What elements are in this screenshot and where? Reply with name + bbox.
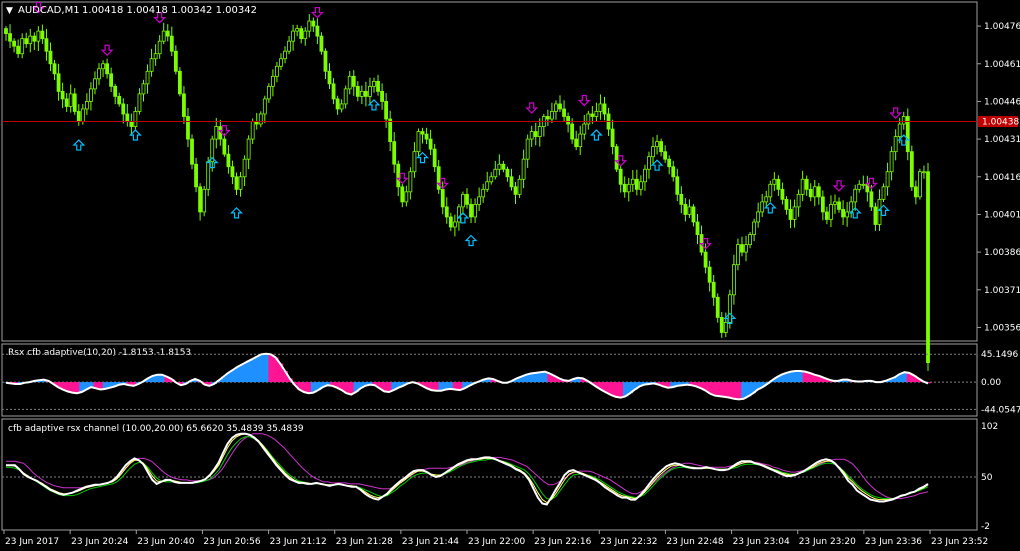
rsx-bar <box>736 382 742 400</box>
price-tick-label: 1.00356 <box>984 323 1020 333</box>
price-tick-label: 1.00371 <box>984 286 1020 296</box>
price-tick-label: 1.00431 <box>984 135 1020 145</box>
channel-tick-label: 50 <box>981 473 993 483</box>
time-tick-label: 23 Jun 22:00 <box>468 537 525 547</box>
ohlc-label: 1.00418 1.00418 1.00342 1.00342 <box>82 5 257 16</box>
rsx-bar <box>235 366 241 383</box>
rsx-bar <box>712 382 719 396</box>
current-price-label: 1.00438 <box>982 118 1019 128</box>
rsx-title: Rsx cfb adaptive(10,20) -1.8153 -1.8153 <box>8 348 191 358</box>
candle <box>202 185 207 217</box>
rsx-bar <box>537 372 544 383</box>
rsx-bar <box>741 382 747 399</box>
rsx-bar <box>448 382 454 389</box>
candle <box>909 145 914 191</box>
rsx-tick-label: 0.00 <box>981 378 1001 388</box>
rsx-tick-label: 45.1496 <box>981 350 1018 360</box>
channel-tick-label: 102 <box>981 422 998 432</box>
time-tick-label: 23 Jun 21:28 <box>336 537 393 547</box>
time-tick-label: 23 Jun 2017 <box>5 537 59 547</box>
rsx-bar <box>244 361 251 383</box>
price-tick-label: 1.00461 <box>984 60 1020 70</box>
rsx-bar <box>433 382 440 391</box>
rsx-bar <box>69 382 76 393</box>
rsx-bar <box>306 382 312 394</box>
current-price-tag: 1.00438 <box>978 116 1019 128</box>
rsx-bar <box>533 372 539 383</box>
rsx-bar <box>722 382 728 397</box>
time-tick-label: 23 Jun 23:04 <box>733 537 790 547</box>
rsx-bar <box>258 354 265 383</box>
candle <box>614 143 619 173</box>
time-tick-label: 23 Jun 23:52 <box>931 537 988 547</box>
time-tick-label: 23 Jun 23:20 <box>799 537 856 547</box>
rsx-bar <box>788 371 794 383</box>
candle <box>190 134 194 170</box>
rsx-bar <box>263 353 270 383</box>
price-tick-label: 1.00416 <box>984 173 1020 183</box>
candle <box>177 67 182 97</box>
time-tick-label: 23 Jun 20:24 <box>71 537 128 547</box>
rsx-bar <box>793 371 799 383</box>
rsx-bar <box>613 382 619 397</box>
rsx-bar <box>249 359 255 383</box>
rsx-bar <box>731 382 738 399</box>
price-tick-label: 1.00401 <box>984 210 1020 220</box>
rsx-bar <box>240 364 246 383</box>
time-tick-label: 23 Jun 22:32 <box>600 537 657 547</box>
rsx-bar <box>268 354 274 383</box>
time-tick-label: 23 Jun 22:16 <box>534 537 591 547</box>
channel-tick-label: -2 <box>981 522 990 532</box>
time-tick-label: 23 Jun 20:40 <box>137 537 194 547</box>
time-tick-label: 23 Jun 23:36 <box>865 537 922 547</box>
symbol-label: AUDCAD,M1 <box>18 5 80 16</box>
rsx-bar <box>727 382 733 398</box>
rsx-tick-label: -44.0547 <box>981 405 1020 415</box>
candle <box>918 168 922 200</box>
time-tick-label: 23 Jun 20:56 <box>203 537 260 547</box>
chart-background <box>0 0 1020 551</box>
rsx-bar <box>74 382 80 394</box>
rsx-bar <box>254 356 260 383</box>
rsx-bar <box>797 371 804 383</box>
price-tick-label: 1.00386 <box>984 248 1020 258</box>
channel-title: cfb adaptive rsx channel (10.00,20.00) 6… <box>8 424 304 434</box>
price-tick-label: 1.00476 <box>984 22 1020 32</box>
time-tick-label: 23 Jun 22:48 <box>666 537 723 547</box>
rsx-bar <box>618 382 624 398</box>
time-tick-label: 23 Jun 21:12 <box>270 537 327 547</box>
price-axis: 1.00476 1.00461 1.00446 1.00431 1.00416 1.004… <box>977 22 1020 333</box>
rsx-bar <box>717 382 723 397</box>
price-tick-label: 1.00446 <box>984 97 1020 107</box>
time-tick-label: 23 Jun 21:44 <box>402 537 459 547</box>
chart-menu-icon[interactable]: ▼ <box>6 6 13 16</box>
chart-window[interactable]: 1.00476 1.00461 1.00446 1.00431 1.00416 1.004… <box>0 0 1020 551</box>
